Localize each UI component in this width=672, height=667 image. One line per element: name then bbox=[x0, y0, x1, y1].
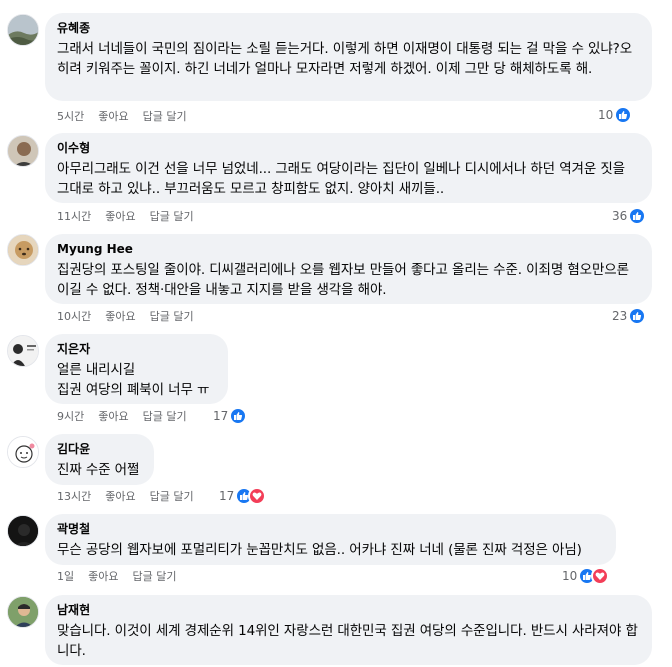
reaction-count: 10 bbox=[562, 569, 578, 583]
heart-reaction-icon bbox=[248, 487, 267, 505]
comment-meta: 9시간 좋아요 답글 달기 bbox=[57, 410, 187, 424]
avatar[interactable] bbox=[7, 14, 39, 46]
heart-reaction-icon bbox=[591, 567, 610, 585]
like-reaction-icon bbox=[229, 407, 248, 425]
comment-meta: 11시간 좋아요 답글 달기 bbox=[57, 210, 194, 224]
reply-button[interactable]: 답글 달기 bbox=[150, 310, 194, 324]
comment-meta: 1일 좋아요 답글 달기 bbox=[57, 570, 176, 584]
reply-button[interactable]: 답글 달기 bbox=[143, 110, 187, 124]
comment-author[interactable]: Myung Hee bbox=[57, 241, 640, 257]
comment-author[interactable]: 지은자 bbox=[57, 341, 216, 357]
comment-author[interactable]: 곽명철 bbox=[57, 521, 604, 537]
reaction-summary[interactable]: 17 bbox=[219, 487, 267, 505]
reply-button[interactable]: 답글 달기 bbox=[150, 490, 194, 504]
reaction-count: 17 bbox=[213, 409, 229, 423]
reply-button[interactable]: 답글 달기 bbox=[133, 570, 177, 584]
comment-text: 맞습니다. 이것이 세계 경제순위 14위인 자랑스런 대한민국 집권 여당의 … bbox=[57, 623, 638, 659]
reply-button[interactable]: 답글 달기 bbox=[150, 210, 194, 224]
comment-time[interactable]: 9시간 bbox=[57, 410, 84, 424]
comment-author[interactable]: 남재현 bbox=[57, 602, 640, 618]
comment-bubble: 유혜종 그래서 너네들이 국민의 짐이라는 소릴 듣는거다. 이렇게 하면 이재… bbox=[45, 13, 652, 101]
comment-text: 아무리그래도 이건 선을 너무 넘었네... 그래도 여당이라는 집단이 일베나… bbox=[57, 161, 630, 197]
comment-bubble: 이수형 아무리그래도 이건 선을 너무 넘었네... 그래도 여당이라는 집단이… bbox=[45, 133, 652, 203]
comment-meta: 10시간 좋아요 답글 달기 bbox=[57, 310, 194, 324]
reaction-summary[interactable]: 10 bbox=[598, 106, 633, 124]
avatar[interactable] bbox=[7, 596, 39, 628]
like-button[interactable]: 좋아요 bbox=[105, 210, 135, 224]
comment-text: 진짜 수준 어쩔 bbox=[57, 462, 140, 478]
reaction-count: 23 bbox=[612, 309, 628, 323]
reply-button[interactable]: 답글 달기 bbox=[143, 410, 187, 424]
comment-author[interactable]: 유혜종 bbox=[57, 20, 640, 36]
like-reaction-icon bbox=[614, 106, 633, 124]
reaction-count: 10 bbox=[598, 108, 614, 122]
comment-text: 얼른 내리시길 집권 여당의 폐북이 너무 ㅠ bbox=[57, 362, 210, 398]
comment-time[interactable]: 13시간 bbox=[57, 490, 91, 504]
reaction-summary[interactable]: 23 bbox=[612, 307, 647, 325]
comment-bubble: 곽명철 무슨 공당의 웹자보에 포멀리티가 눈꼽만치도 없음.. 어카냐 진짜 … bbox=[45, 514, 616, 565]
reaction-summary[interactable]: 36 bbox=[612, 207, 647, 225]
avatar[interactable] bbox=[7, 335, 39, 367]
like-button[interactable]: 좋아요 bbox=[105, 490, 135, 504]
comment-author[interactable]: 김다윤 bbox=[57, 441, 142, 457]
like-button[interactable]: 좋아요 bbox=[98, 410, 128, 424]
like-reaction-icon bbox=[628, 307, 647, 325]
reaction-count: 36 bbox=[612, 209, 628, 223]
avatar[interactable] bbox=[7, 234, 39, 266]
comment-time[interactable]: 5시간 bbox=[57, 110, 84, 124]
avatar[interactable] bbox=[7, 135, 39, 167]
comment-meta: 13시간 좋아요 답글 달기 bbox=[57, 490, 194, 504]
like-button[interactable]: 좋아요 bbox=[98, 110, 128, 124]
reaction-summary[interactable]: 17 bbox=[213, 407, 248, 425]
comment-bubble: 지은자 얼른 내리시길 집권 여당의 폐북이 너무 ㅠ bbox=[45, 334, 228, 404]
like-reaction-icon bbox=[628, 207, 647, 225]
comment-bubble: 남재현 맞습니다. 이것이 세계 경제순위 14위인 자랑스런 대한민국 집권 … bbox=[45, 595, 652, 665]
comment-bubble: Myung Hee 집권당의 포스팅일 줄이야. 디씨갤러리에나 오를 웹자보 … bbox=[45, 234, 652, 304]
comment-text: 그래서 너네들이 국민의 짐이라는 소릴 듣는거다. 이렇게 하면 이재명이 대… bbox=[57, 41, 633, 77]
comment-text: 무슨 공당의 웹자보에 포멀리티가 눈꼽만치도 없음.. 어카냐 진짜 너네 (… bbox=[57, 542, 582, 558]
comment-time[interactable]: 11시간 bbox=[57, 210, 91, 224]
comment-text: 집권당의 포스팅일 줄이야. 디씨갤러리에나 오를 웹자보 만들어 좋다고 올리… bbox=[57, 262, 634, 298]
like-button[interactable]: 좋아요 bbox=[88, 570, 118, 584]
reaction-summary[interactable]: 10 bbox=[562, 567, 610, 585]
avatar[interactable] bbox=[7, 436, 39, 468]
like-button[interactable]: 좋아요 bbox=[105, 310, 135, 324]
comment-meta: 5시간 좋아요 답글 달기 bbox=[57, 110, 187, 124]
comment-time[interactable]: 10시간 bbox=[57, 310, 91, 324]
avatar[interactable] bbox=[7, 515, 39, 547]
comment-author[interactable]: 이수형 bbox=[57, 140, 640, 156]
reaction-count: 17 bbox=[219, 489, 235, 503]
comment-time[interactable]: 1일 bbox=[57, 570, 74, 584]
comment-bubble: 김다윤 진짜 수준 어쩔 bbox=[45, 434, 154, 485]
